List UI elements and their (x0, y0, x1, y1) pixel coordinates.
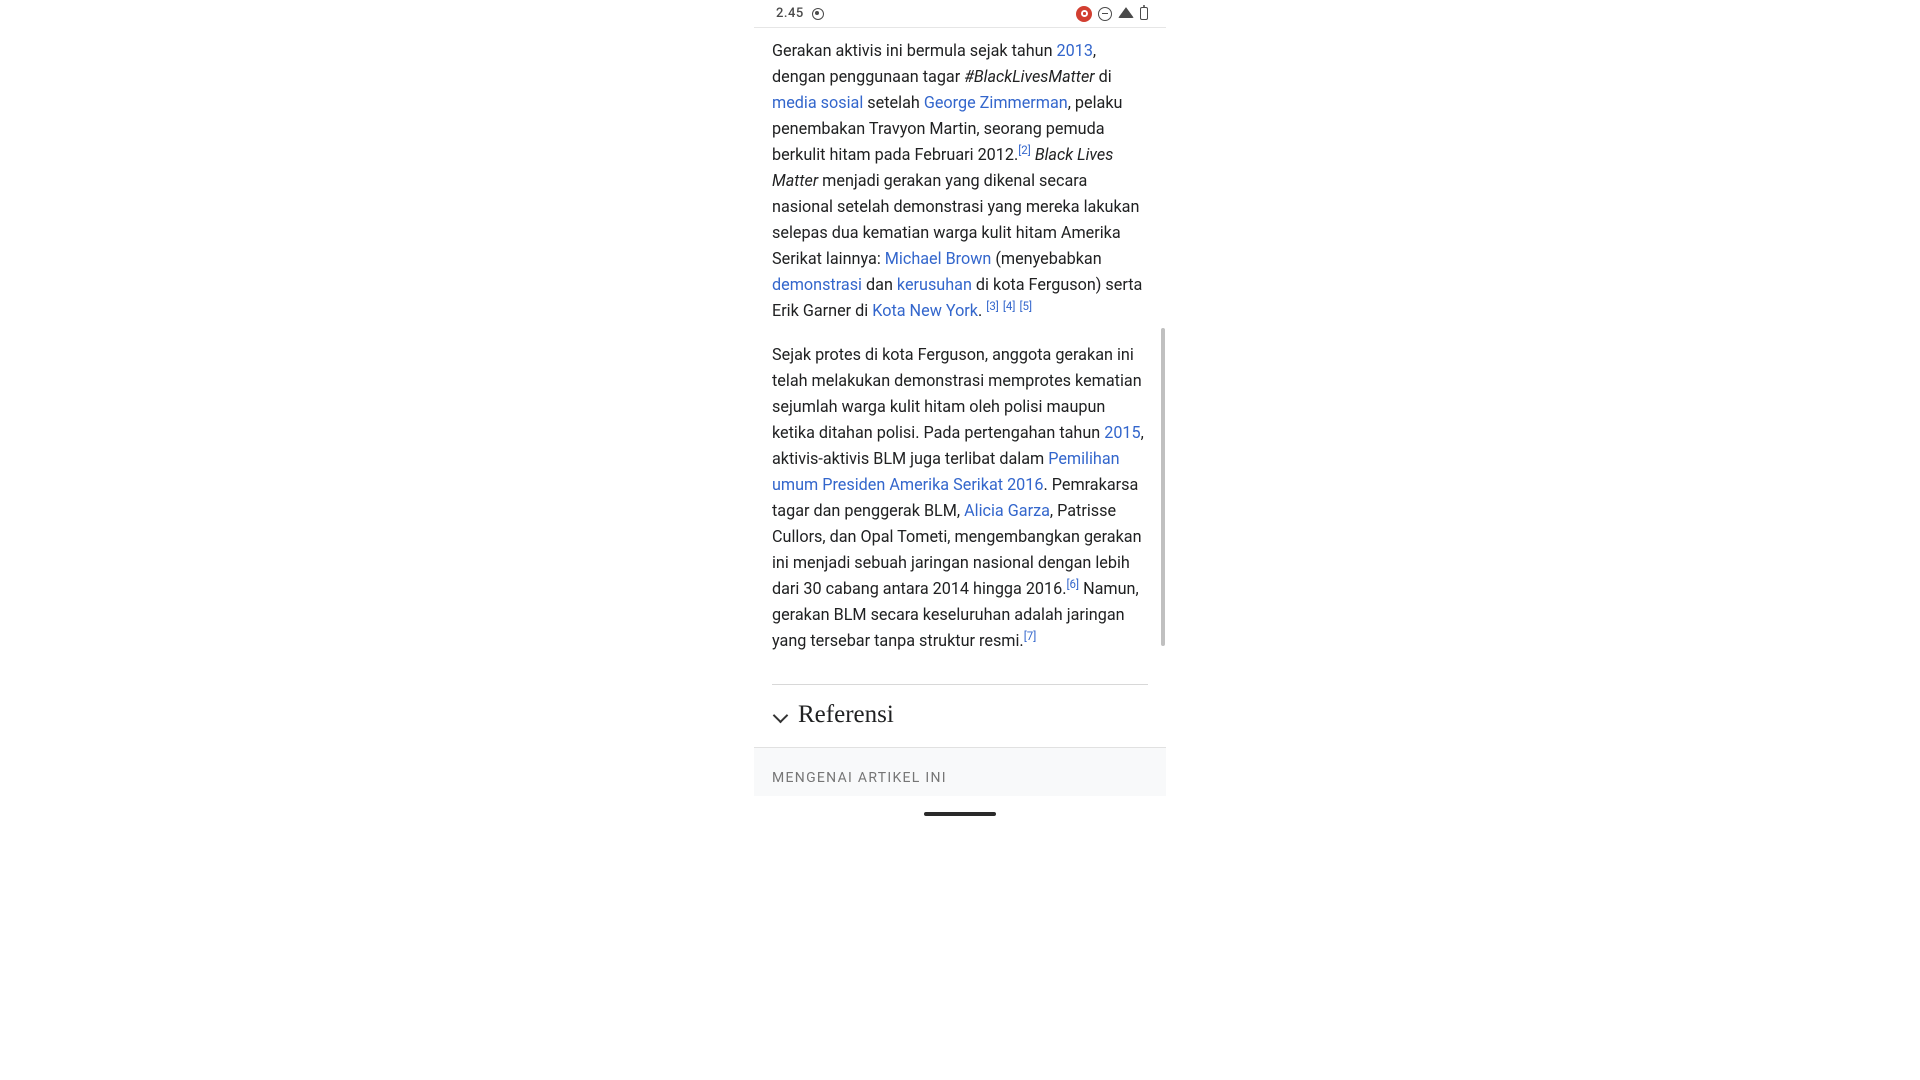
reference-2[interactable]: [2] (1018, 143, 1031, 157)
battery-icon (1140, 7, 1148, 20)
references-section-header[interactable]: Referensi (754, 685, 1166, 747)
status-right (1076, 6, 1148, 22)
about-article-block[interactable]: MENGENAI ARTIKEL INI (754, 747, 1166, 796)
link-2013[interactable]: 2013 (1057, 41, 1093, 60)
hashtag-text: #BlackLivesMatter (964, 67, 1094, 86)
text: Gerakan aktivis ini bermula sejak tahun (772, 41, 1057, 60)
reference-6[interactable]: [6] (1067, 577, 1080, 591)
article-body: Gerakan aktivis ini bermula sejak tahun … (754, 28, 1166, 685)
paragraph-1: Gerakan aktivis ini bermula sejak tahun … (772, 38, 1148, 324)
wifi-icon (1118, 7, 1134, 18)
about-article-label: MENGENAI ARTIKEL INI (772, 770, 1148, 786)
status-time: 2.45 (776, 6, 804, 21)
screen-record-icon (1076, 6, 1092, 22)
scrollbar-thumb[interactable] (1161, 328, 1165, 646)
link-kerusuhan[interactable]: kerusuhan (897, 275, 972, 294)
reference-3[interactable]: [3] (986, 299, 999, 313)
link-kota-new-york[interactable]: Kota New York (872, 301, 978, 320)
app-window: 2.45 Gerakan aktivis ini bermula sejak t… (754, 0, 1166, 820)
link-michael-brown[interactable]: Michael Brown (885, 249, 992, 268)
reference-4[interactable]: [4] (1003, 299, 1016, 313)
text: di (1095, 67, 1112, 86)
link-media-sosial[interactable]: media sosial (772, 93, 863, 112)
text: dan (862, 275, 897, 294)
status-bar: 2.45 (754, 0, 1166, 28)
status-left: 2.45 (776, 6, 824, 21)
focus-mode-icon (812, 8, 824, 20)
paragraph-2: Sejak protes di kota Ferguson, anggota g… (772, 342, 1148, 654)
do-not-disturb-icon (1098, 7, 1112, 21)
chevron-down-icon (772, 708, 786, 722)
reference-5[interactable]: [5] (1019, 299, 1032, 313)
link-demonstrasi[interactable]: demonstrasi (772, 275, 862, 294)
link-2015[interactable]: 2015 (1104, 423, 1140, 442)
text: (menyebabkan (991, 249, 1101, 268)
article-scroll-region[interactable]: Gerakan aktivis ini bermula sejak tahun … (754, 28, 1166, 820)
gesture-nav-handle[interactable] (924, 812, 996, 816)
references-title: Referensi (798, 701, 894, 729)
link-alicia-garza[interactable]: Alicia Garza (964, 501, 1050, 520)
text: Sejak protes di kota Ferguson, anggota g… (772, 345, 1142, 442)
text: setelah (863, 93, 924, 112)
link-george-zimmerman[interactable]: George Zimmerman (924, 93, 1068, 112)
reference-7[interactable]: [7] (1024, 629, 1037, 643)
